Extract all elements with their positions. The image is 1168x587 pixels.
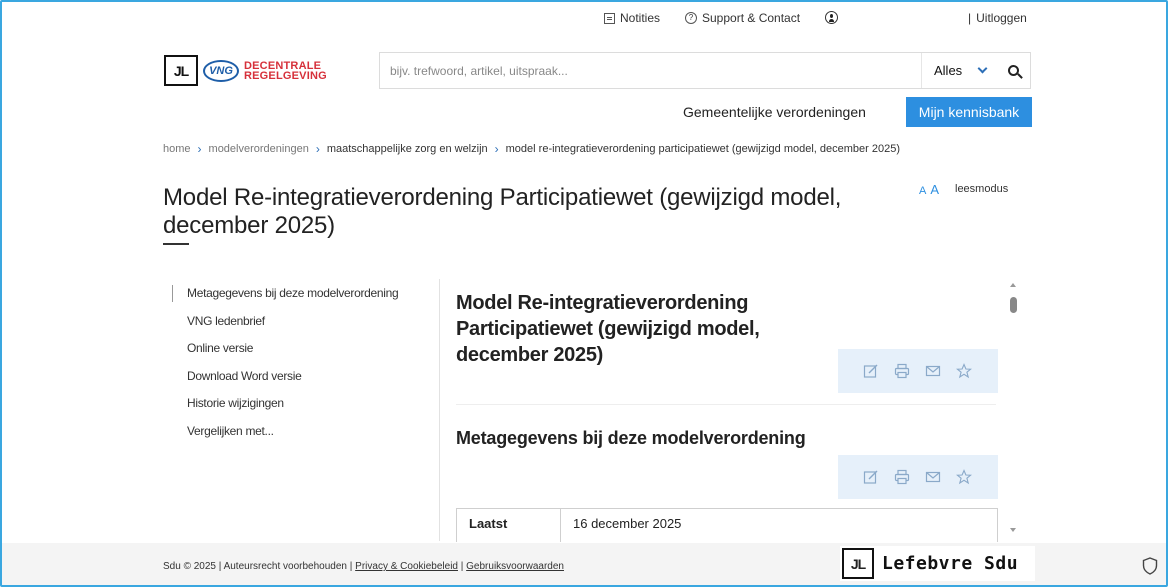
print-icon[interactable] — [894, 363, 910, 379]
sidebar-toc: Metagegevens bij deze modelverordening V… — [187, 286, 398, 452]
mail-icon[interactable] — [925, 469, 941, 485]
scroll-up-arrow-icon[interactable] — [1010, 283, 1016, 287]
site-logo[interactable]: JL VNG DECENTRALE REGELGEVING — [164, 55, 327, 86]
support-label: Support & Contact — [702, 11, 800, 25]
search-scope-select[interactable]: Alles — [921, 53, 996, 88]
breadcrumb-current: model re-integratieverordening participa… — [506, 143, 900, 155]
jl-logo-mark: JL — [164, 55, 198, 86]
search-scope-value: Alles — [934, 63, 962, 78]
metadata-key: Laatst — [457, 509, 561, 542]
footer-voorwaarden-link[interactable]: Gebruiksvoorwaarden — [466, 561, 564, 572]
document-action-bar — [838, 349, 998, 393]
breadcrumb-home[interactable]: home — [163, 143, 191, 155]
print-icon[interactable] — [894, 469, 910, 485]
breadcrumb: home › modelverordeningen › maatschappel… — [163, 142, 900, 156]
document-title: Model Re-integratieverordening Participa… — [456, 290, 846, 368]
scroll-down-arrow-icon[interactable] — [1010, 528, 1016, 532]
sidebar-item-download-word[interactable]: Download Word versie — [187, 369, 398, 397]
notes-icon — [604, 13, 615, 24]
page-title: Model Re-integratieverordening Participa… — [163, 184, 923, 240]
sidebar-item-online-versie[interactable]: Online versie — [187, 341, 398, 369]
section-divider — [456, 404, 996, 405]
sidebar-item-historie[interactable]: Historie wijzigingen — [187, 396, 398, 424]
shield-icon[interactable] — [1142, 557, 1158, 575]
breadcrumb-modelverordeningen[interactable]: modelverordeningen — [209, 143, 309, 155]
content-divider — [439, 279, 440, 541]
title-underline — [163, 243, 189, 245]
leesmodus-button[interactable]: leesmodus — [955, 183, 1008, 195]
section-action-bar — [838, 455, 998, 499]
logout-link[interactable]: | Uitloggen — [968, 11, 1027, 25]
sidebar-item-vng-ledenbrief[interactable]: VNG ledenbrief — [187, 314, 398, 342]
font-size-controls: A A — [919, 182, 939, 197]
logout-label: Uitloggen — [976, 11, 1027, 25]
section-heading-metagegevens: Metagegevens bij deze modelverordening — [456, 428, 806, 449]
breadcrumb-chevron-icon: › — [316, 142, 320, 156]
help-icon: ? — [685, 12, 697, 24]
footer-privacy-link[interactable]: Privacy & Cookiebeleid — [355, 561, 458, 572]
footer-copyright: Sdu © 2025 | Auteursrecht voorbehouden | — [163, 561, 352, 572]
lefebvre-jl-mark: JL — [842, 548, 874, 579]
account-button[interactable] — [825, 11, 838, 24]
sidebar-active-indicator — [172, 285, 173, 302]
footer-legal: Sdu © 2025 | Auteursrecht voorbehouden |… — [163, 561, 564, 572]
footer-separator: | — [461, 561, 464, 572]
sidebar-item-metagegevens[interactable]: Metagegevens bij deze modelverordening — [187, 286, 398, 314]
metadata-value: 16 december 2025 — [561, 509, 693, 542]
notities-label: Notities — [620, 11, 660, 25]
breadcrumb-chevron-icon: › — [198, 142, 202, 156]
search-input[interactable]: bijv. trefwoord, artikel, uitspraak... — [380, 64, 921, 78]
search-bar: bijv. trefwoord, artikel, uitspraak... A… — [379, 52, 1031, 89]
chevron-down-icon — [978, 64, 988, 74]
font-size-smaller-button[interactable]: A — [919, 185, 926, 197]
edit-note-icon[interactable] — [863, 363, 879, 379]
metadata-table: Laatst 16 december 2025 — [456, 508, 998, 542]
notities-link[interactable]: Notities — [604, 11, 660, 25]
nav-gemeentelijke-verordeningen[interactable]: Gemeentelijke verordeningen — [683, 104, 866, 120]
mail-icon[interactable] — [925, 363, 941, 379]
search-icon — [1008, 65, 1019, 76]
logo-wordmark: DECENTRALE REGELGEVING — [244, 61, 327, 81]
breadcrumb-chevron-icon: › — [495, 142, 499, 156]
lefebvre-sdu-logo: JL Lefebvre Sdu — [840, 546, 1035, 581]
vng-logo-mark: VNG — [203, 60, 239, 82]
top-utility-bar: Notities ? Support & Contact | Uitloggen — [0, 10, 1168, 30]
logout-separator: | — [968, 11, 971, 25]
sidebar-item-vergelijken[interactable]: Vergelijken met... — [187, 424, 398, 452]
user-icon — [825, 11, 838, 24]
scrollbar-thumb[interactable] — [1010, 297, 1017, 313]
page-footer: Sdu © 2025 | Auteursrecht voorbehouden |… — [2, 543, 1166, 585]
logo-line-2: REGELGEVING — [244, 71, 327, 81]
logo-line-1: DECENTRALE — [244, 61, 327, 71]
lefebvre-wordmark: Lefebvre Sdu — [882, 553, 1018, 574]
edit-note-icon[interactable] — [863, 469, 879, 485]
breadcrumb-maatschappelijke-zorg[interactable]: maatschappelijke zorg en welzijn — [327, 143, 488, 155]
font-size-larger-button[interactable]: A — [930, 182, 939, 197]
nav-mijn-kennisbank[interactable]: Mijn kennisbank — [906, 97, 1032, 127]
document-scrollbar[interactable] — [1007, 280, 1021, 532]
support-link[interactable]: ? Support & Contact — [685, 11, 800, 25]
star-icon[interactable] — [956, 469, 972, 485]
star-icon[interactable] — [956, 363, 972, 379]
search-button[interactable] — [996, 53, 1030, 88]
